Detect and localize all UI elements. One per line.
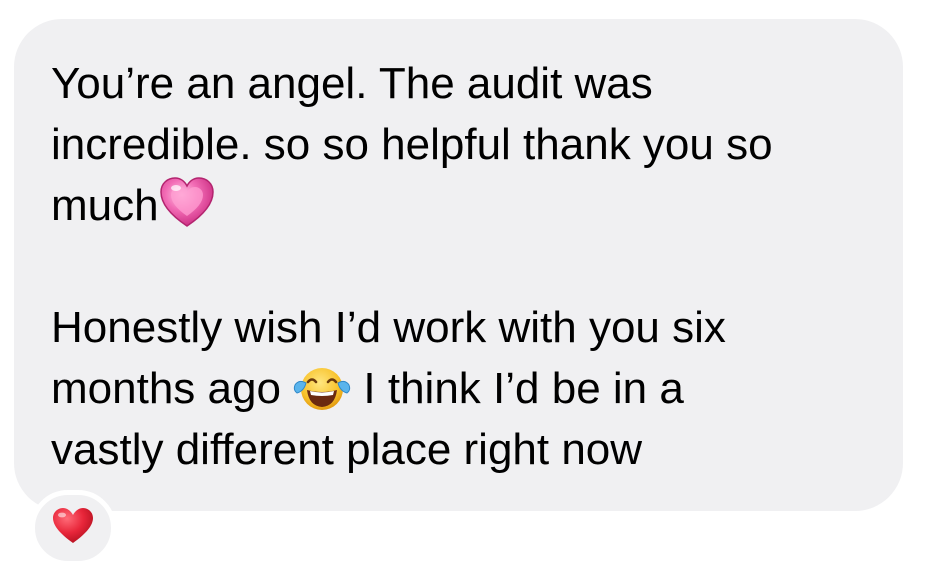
red-heart-icon	[52, 507, 94, 550]
message-line-5-text-b: I think I’d be in a	[363, 364, 684, 413]
message-bubble[interactable]: You’re an angel. The audit was incredibl…	[14, 19, 903, 511]
tapback-reaction[interactable]	[30, 490, 116, 566]
message-line-1: You’re an angel. The audit was	[51, 59, 653, 108]
message-line-3: much	[51, 175, 903, 236]
message-line-2: incredible. so so helpful thank you so	[51, 120, 773, 169]
conversation-view: You’re an angel. The audit was incredibl…	[0, 0, 938, 576]
message-line-4: Honestly wish I’d work with you six	[51, 303, 726, 352]
message-line-3-text: much	[51, 181, 159, 230]
message-line-5-text-a: months ago	[51, 364, 281, 413]
message-line-6: vastly different place right now	[51, 425, 643, 474]
sparkling-heart-icon	[159, 176, 215, 246]
message-line-5: months ago I think I’d be in a	[51, 358, 903, 419]
